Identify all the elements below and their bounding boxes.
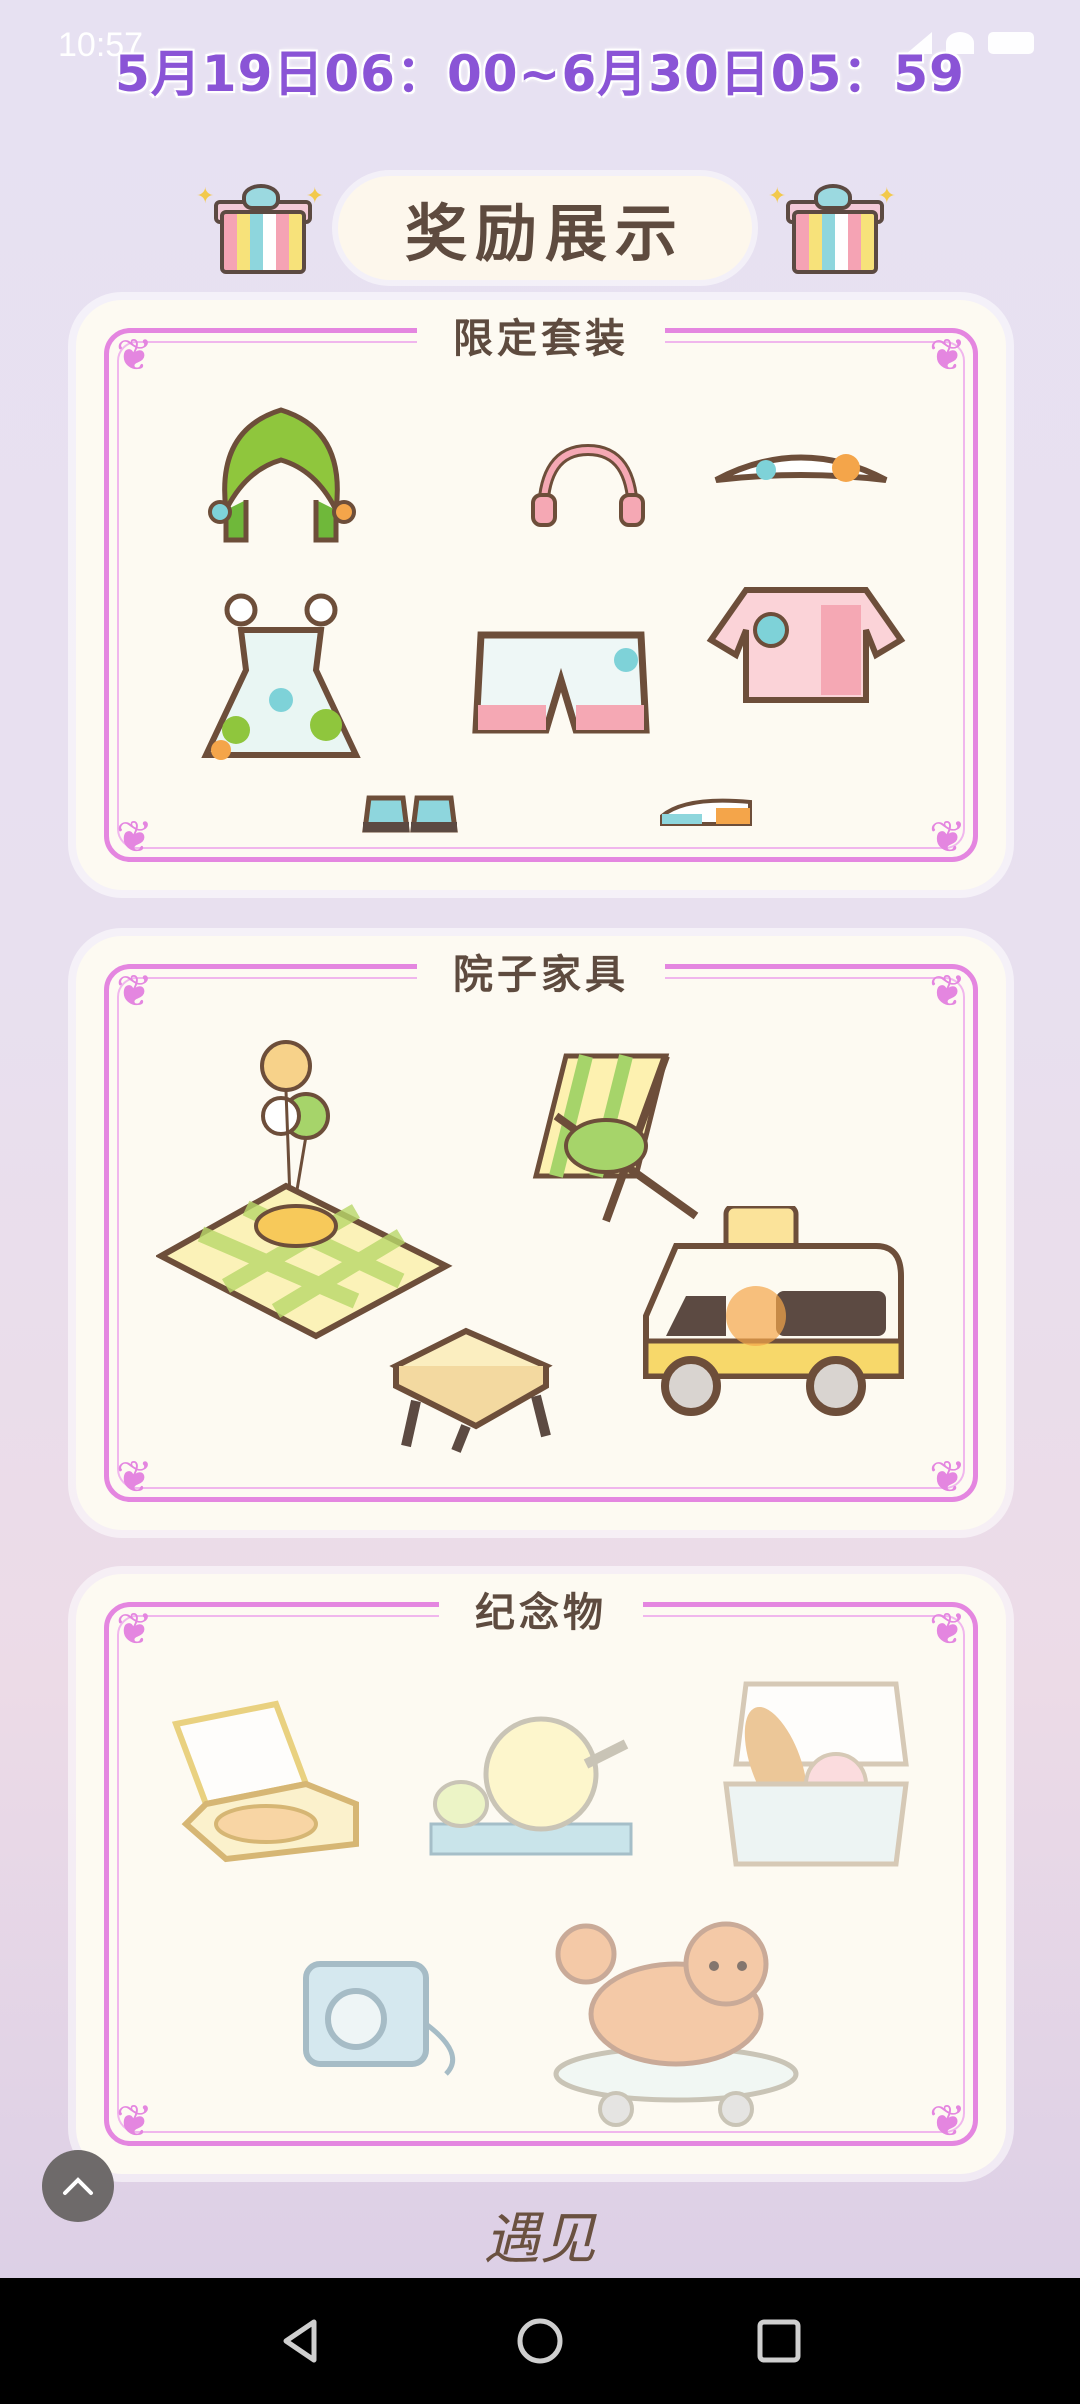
stool-item-icon[interactable] xyxy=(386,1316,556,1456)
headband-item-icon[interactable] xyxy=(706,440,896,510)
nav-home-icon[interactable] xyxy=(507,2308,573,2374)
camera-item-icon[interactable] xyxy=(296,1944,476,2084)
section-title-souvenir: 纪念物 xyxy=(439,1580,643,1638)
red-panda-skateboard-item-icon[interactable] xyxy=(546,1904,816,2134)
jacket-item-icon[interactable] xyxy=(706,570,906,710)
gift-icon: ✦ ✦ xyxy=(768,184,896,274)
picnic-blanket-item-icon[interactable] xyxy=(156,1036,456,1346)
page-title: 奖励展示 xyxy=(338,176,752,280)
system-navigation-bar xyxy=(0,2278,1080,2404)
dress-item-icon[interactable] xyxy=(196,590,366,770)
furniture-reward-card: ❦ ❦ ❦ ❦ 院子家具 xyxy=(76,936,1006,1530)
section-title-outfit: 限定套装 xyxy=(417,306,665,364)
hair-item-icon[interactable] xyxy=(206,390,356,550)
gift-icon: ✦ ✦ xyxy=(196,184,324,274)
socks-item-icon[interactable] xyxy=(656,790,756,830)
outfit-reward-card: ❦ ❦ ❦ ❦ 限定套装 xyxy=(76,300,1006,890)
teapot-item-icon[interactable] xyxy=(421,1694,641,1864)
beach-chair-item-icon[interactable] xyxy=(526,1036,706,1226)
bread-basket-item-icon[interactable] xyxy=(716,1674,916,1874)
nav-back-icon[interactable] xyxy=(268,2308,334,2374)
camper-van-item-icon[interactable] xyxy=(636,1206,906,1426)
pizza-box-item-icon[interactable] xyxy=(166,1694,366,1864)
souvenir-reward-card: ❦ ❦ ❦ ❦ 纪念物 xyxy=(76,1574,1006,2174)
shoes-item-icon[interactable] xyxy=(361,778,461,838)
shorts-item-icon[interactable] xyxy=(466,620,656,750)
signature-text: 遇见 xyxy=(484,2207,596,2272)
headphones-item-icon[interactable] xyxy=(528,440,648,530)
event-date-range: 5月19日06：00~6月30日05：59 xyxy=(115,45,965,103)
section-title-furniture: 院子家具 xyxy=(417,942,665,1000)
nav-recents-icon[interactable] xyxy=(746,2308,812,2374)
